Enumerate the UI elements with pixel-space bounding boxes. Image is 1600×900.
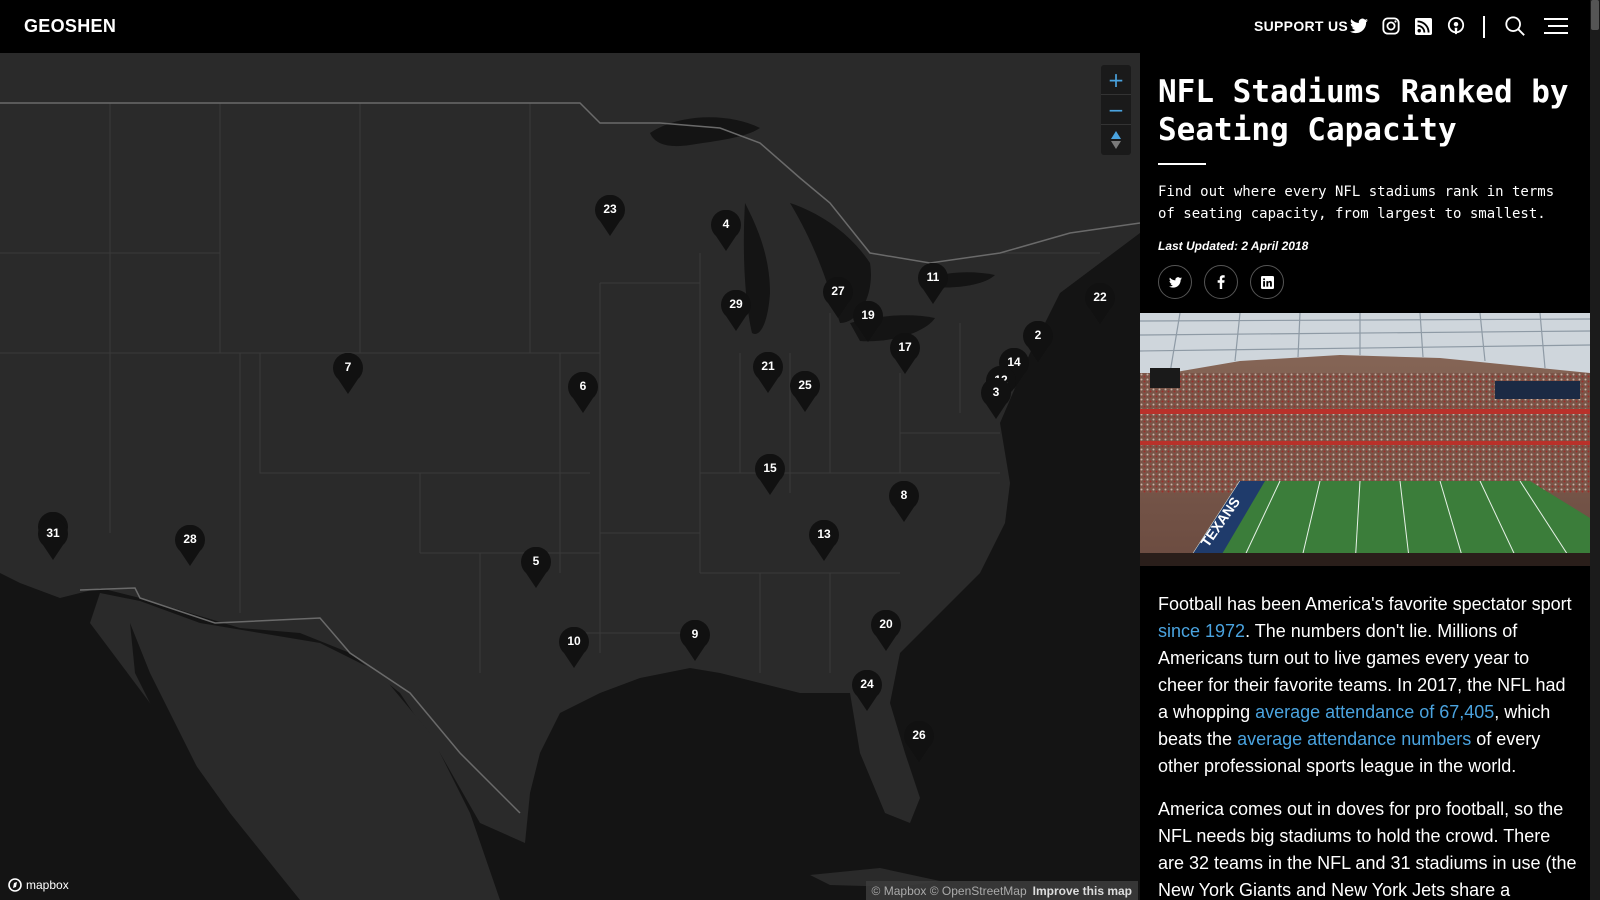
mapbox-icon bbox=[8, 878, 22, 892]
zoom-out-button[interactable]: − bbox=[1101, 95, 1131, 125]
article-paragraph: America comes out in doves for pro footb… bbox=[1158, 799, 1577, 900]
map-attribution: © Mapbox © OpenStreetMap Improve this ma… bbox=[865, 881, 1138, 900]
average-attendance-link[interactable]: average attendance of 67,405 bbox=[1255, 702, 1494, 722]
stadium-marker[interactable]: 8 bbox=[888, 481, 920, 523]
stadium-marker[interactable]: 9 bbox=[679, 620, 711, 662]
stadium-marker[interactable]: 11 bbox=[917, 263, 949, 305]
linkedin-icon bbox=[1260, 275, 1274, 289]
article-title: NFL Stadiums Ranked by Seating Capacity bbox=[1158, 74, 1569, 148]
support-us-link[interactable]: SUPPORT US bbox=[1254, 18, 1348, 34]
since-1972-link[interactable]: since 1972 bbox=[1158, 621, 1245, 641]
twitter-icon[interactable] bbox=[1348, 15, 1370, 37]
stadium-marker[interactable]: 13 bbox=[808, 520, 840, 562]
stadium-marker[interactable]: 29 bbox=[720, 290, 752, 332]
stadium-marker[interactable]: 23 bbox=[594, 195, 626, 237]
article-body: Football has been America's favorite spe… bbox=[1158, 591, 1578, 900]
stadium-marker[interactable]: 25 bbox=[789, 371, 821, 413]
share-facebook-button[interactable] bbox=[1204, 265, 1238, 299]
stadium-marker[interactable]: 28 bbox=[174, 525, 206, 567]
share-linkedin-button[interactable] bbox=[1250, 265, 1284, 299]
stadium-marker[interactable]: 19 bbox=[852, 301, 884, 343]
compass-button[interactable] bbox=[1101, 125, 1131, 155]
attribution-text[interactable]: © Mapbox © OpenStreetMap bbox=[872, 884, 1027, 898]
scrollbar-thumb[interactable] bbox=[1591, 0, 1599, 30]
article-panel: NFL Stadiums Ranked by Seating Capacity … bbox=[1140, 53, 1590, 900]
stadium-photo: TEXANS bbox=[1140, 313, 1590, 566]
zoom-in-button[interactable]: + bbox=[1101, 65, 1131, 95]
last-updated: Last Updated: 2 April 2018 bbox=[1158, 239, 1309, 253]
mapbox-logo[interactable]: mapbox bbox=[8, 878, 69, 892]
stadium-marker[interactable]: 6 bbox=[567, 372, 599, 414]
stadium-marker[interactable]: 10 bbox=[558, 627, 590, 669]
rss-icon[interactable] bbox=[1412, 15, 1434, 37]
header-divider bbox=[1483, 16, 1485, 38]
twitter-icon bbox=[1168, 276, 1182, 288]
search-icon[interactable] bbox=[1502, 15, 1528, 37]
stadium-illustration: TEXANS bbox=[1140, 313, 1590, 566]
site-logo[interactable]: GEOSHEN bbox=[24, 16, 116, 37]
stadium-marker[interactable]: 20 bbox=[870, 610, 902, 652]
compass-icon bbox=[1111, 131, 1121, 149]
mapbox-logo-text: mapbox bbox=[26, 878, 69, 892]
stadium-marker[interactable]: 5 bbox=[520, 547, 552, 589]
instagram-icon[interactable] bbox=[1380, 15, 1402, 37]
stadium-marker[interactable]: 31 bbox=[37, 519, 69, 561]
stadium-marker[interactable]: 17 bbox=[889, 333, 921, 375]
stadium-marker[interactable]: 15 bbox=[754, 454, 786, 496]
map-zoom-controls: + − bbox=[1101, 65, 1131, 155]
article-subtitle: Find out where every NFL stadiums rank i… bbox=[1158, 184, 1555, 222]
stadium-marker[interactable]: 24 bbox=[851, 670, 883, 712]
menu-icon[interactable] bbox=[1540, 15, 1570, 37]
facebook-icon bbox=[1217, 275, 1225, 289]
article-paragraph: Football has been America's favorite spe… bbox=[1158, 594, 1572, 776]
stadium-marker[interactable]: 7 bbox=[332, 353, 364, 395]
title-divider bbox=[1158, 163, 1206, 165]
page-scrollbar[interactable] bbox=[1590, 0, 1600, 900]
share-twitter-button[interactable] bbox=[1158, 265, 1192, 299]
site-header: GEOSHEN SUPPORT US bbox=[0, 0, 1600, 53]
stadium-marker[interactable]: 26 bbox=[903, 721, 935, 763]
stadium-marker[interactable]: 27 bbox=[822, 277, 854, 319]
stadium-marker[interactable]: 21 bbox=[752, 352, 784, 394]
stadium-marker[interactable]: 22 bbox=[1084, 283, 1116, 325]
attendance-numbers-link[interactable]: average attendance numbers bbox=[1237, 729, 1471, 749]
map-basemap bbox=[0, 53, 1140, 900]
improve-map-link[interactable]: Improve this map bbox=[1033, 884, 1132, 898]
stadium-map[interactable]: 23 4 11 27 22 29 19 2 17 7 6 21 25 14 12… bbox=[0, 53, 1140, 900]
stadium-marker[interactable]: 3 bbox=[980, 378, 1012, 420]
podcast-icon[interactable] bbox=[1445, 15, 1467, 37]
stadium-marker[interactable]: 4 bbox=[710, 210, 742, 252]
